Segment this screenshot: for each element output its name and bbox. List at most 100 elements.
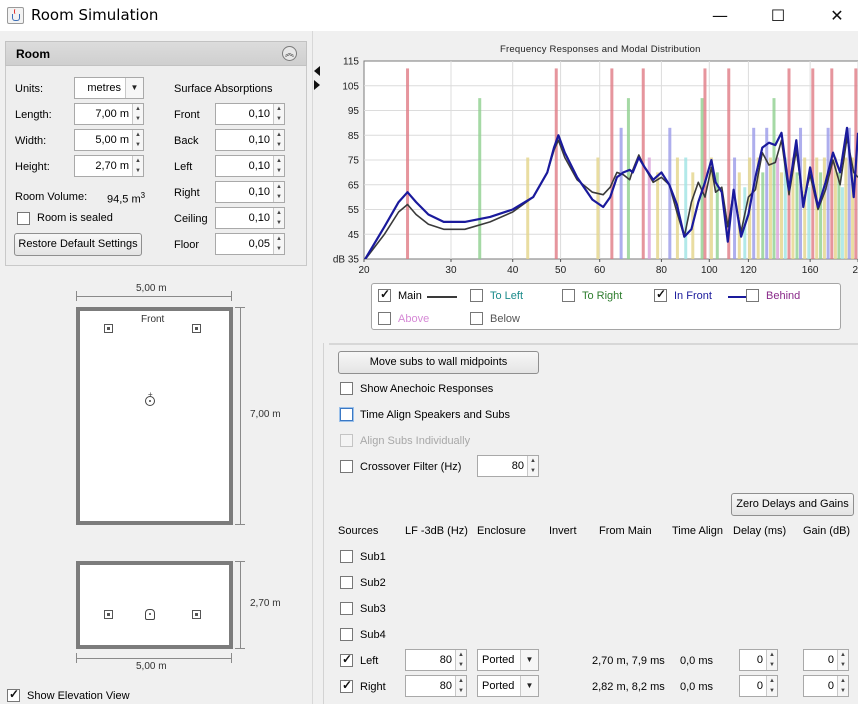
- right-enclosure-select[interactable]: Ported ▼: [477, 675, 539, 697]
- length-spinner[interactable]: 7,00 m ▲ ▼: [74, 103, 144, 125]
- units-select[interactable]: metres ▼: [74, 77, 144, 99]
- right-speaker-icon[interactable]: [192, 324, 201, 333]
- left-speaker-elevation-icon[interactable]: [104, 610, 113, 619]
- width-label: Width:: [15, 135, 47, 147]
- absorption-ceiling-value: 0,10: [248, 212, 270, 224]
- spinner-arrows-icon[interactable]: ▲ ▼: [455, 676, 466, 696]
- sub4-checkbox[interactable]: [340, 628, 353, 641]
- header-sources: Sources: [338, 525, 379, 537]
- spinner-arrows-icon[interactable]: ▲ ▼: [273, 130, 284, 150]
- right-lf-spinner[interactable]: 80 ▲ ▼: [405, 675, 467, 697]
- time-align-checkbox[interactable]: [340, 408, 353, 421]
- collapse-left-icon[interactable]: [314, 66, 320, 76]
- room-plan-view[interactable]: [76, 307, 233, 525]
- chart-x-tick-label: 120: [740, 265, 757, 276]
- maximize-button[interactable]: ☐: [755, 0, 801, 31]
- spinner-arrows-icon[interactable]: ▲ ▼: [273, 156, 284, 176]
- minimize-button[interactable]: —: [697, 0, 743, 31]
- modal-bar: [656, 172, 660, 259]
- right-speaker-checkbox[interactable]: [340, 678, 353, 693]
- chart-x-tick-label: 80: [656, 265, 668, 276]
- legend-below-checkbox[interactable]: [470, 312, 483, 325]
- modal-bar: [822, 157, 826, 259]
- spinner-arrows-icon[interactable]: ▲ ▼: [132, 156, 143, 176]
- spinner-arrows-icon[interactable]: ▲ ▼: [837, 650, 848, 670]
- crossover-checkbox[interactable]: [340, 460, 353, 473]
- plan-width-dimension: 5,00 m: [136, 283, 167, 294]
- dropdown-arrow-icon[interactable]: ▼: [520, 676, 538, 696]
- align-subs-checkbox[interactable]: [340, 434, 353, 447]
- left-delay-spinner[interactable]: 0 ▲ ▼: [739, 649, 778, 671]
- dropdown-arrow-icon[interactable]: ▼: [125, 78, 143, 98]
- zero-delays-button[interactable]: Zero Delays and Gains: [731, 493, 854, 516]
- length-value: 7,00 m: [95, 108, 129, 120]
- absorption-floor-spinner[interactable]: 0,05 ▲ ▼: [215, 233, 285, 255]
- expand-right-icon[interactable]: [314, 80, 320, 90]
- move-subs-button[interactable]: Move subs to wall midpoints: [338, 351, 539, 374]
- height-spinner[interactable]: 2,70 m ▲ ▼: [74, 155, 144, 177]
- frequency-response-chart[interactable]: 115105958575655545dB 3520 30 40 50 60 80 100 12…: [323, 55, 858, 280]
- right-gain-spinner[interactable]: 0 ▲ ▼: [803, 675, 849, 697]
- close-button[interactable]: ✕: [814, 0, 858, 31]
- legend-above-label: Above: [398, 313, 430, 325]
- show-anechoic-label: Show Anechoic Responses: [360, 383, 494, 395]
- spinner-arrows-icon[interactable]: ▲ ▼: [527, 456, 538, 476]
- spinner-arrows-icon[interactable]: ▲ ▼: [132, 104, 143, 124]
- chart-y-tick-label: 55: [348, 205, 360, 216]
- right-speaker-elevation-icon[interactable]: [192, 610, 201, 619]
- absorption-ceiling-spinner[interactable]: 0,10 ▲ ▼: [215, 207, 285, 229]
- spinner-arrows-icon[interactable]: ▲ ▼: [273, 104, 284, 124]
- modal-bar: [700, 98, 704, 259]
- legend-to-right-checkbox[interactable]: [562, 289, 575, 302]
- left-gain-spinner[interactable]: 0 ▲ ▼: [803, 649, 849, 671]
- crossover-spinner[interactable]: 80 ▲ ▼: [477, 455, 539, 477]
- absorption-back-spinner[interactable]: 0,10 ▲ ▼: [215, 129, 285, 151]
- absorption-left-spinner[interactable]: 0,10 ▲ ▼: [215, 155, 285, 177]
- room-sealed-checkbox[interactable]: [17, 212, 30, 225]
- absorption-front-spinner[interactable]: 0,10 ▲ ▼: [215, 103, 285, 125]
- left-enclosure-select[interactable]: Ported ▼: [477, 649, 539, 671]
- spinner-arrows-icon[interactable]: ▲ ▼: [273, 182, 284, 202]
- show-anechoic-checkbox[interactable]: [340, 382, 353, 395]
- chart-y-tick-label: 115: [343, 57, 359, 68]
- right-time-align: 0,0 ms: [680, 681, 714, 693]
- spinner-arrows-icon[interactable]: ▲ ▼: [132, 130, 143, 150]
- sub2-checkbox[interactable]: [340, 576, 353, 589]
- spinner-arrows-icon[interactable]: ▲ ▼: [837, 676, 848, 696]
- left-lf-spinner[interactable]: 80 ▲ ▼: [405, 649, 467, 671]
- spinner-arrows-icon[interactable]: ▲ ▼: [273, 234, 284, 254]
- spinner-arrows-icon[interactable]: ▲ ▼: [766, 676, 777, 696]
- spinner-arrows-icon[interactable]: ▲ ▼: [273, 208, 284, 228]
- legend-behind-checkbox[interactable]: [746, 289, 759, 302]
- dimension-tick: [76, 653, 77, 663]
- legend-main-checkbox[interactable]: [378, 287, 391, 302]
- width-spinner[interactable]: 5,00 m ▲ ▼: [74, 129, 144, 151]
- spinner-arrows-icon[interactable]: ▲ ▼: [766, 650, 777, 670]
- split-pane-divider[interactable]: [313, 31, 323, 704]
- legend-in-front-checkbox[interactable]: [654, 287, 667, 302]
- dimension-tick: [235, 307, 245, 308]
- left-speaker-checkbox[interactable]: [340, 652, 353, 667]
- legend-above-checkbox[interactable]: [378, 312, 391, 325]
- chart-x-tick-label: 20: [852, 265, 858, 276]
- dropdown-arrow-icon[interactable]: ▼: [520, 650, 538, 670]
- legend-to-left-checkbox[interactable]: [470, 289, 483, 302]
- restore-defaults-button[interactable]: Restore Default Settings: [14, 233, 142, 256]
- room-elevation-view[interactable]: [76, 561, 233, 649]
- sub3-checkbox[interactable]: [340, 602, 353, 615]
- right-delay-spinner[interactable]: 0 ▲ ▼: [739, 675, 778, 697]
- absorption-right-spinner[interactable]: 0,10 ▲ ▼: [215, 181, 285, 203]
- chart-y-tick-label: dB 35: [333, 255, 360, 266]
- legend-in-front-label: In Front: [674, 290, 712, 302]
- spinner-arrows-icon[interactable]: ▲ ▼: [455, 650, 466, 670]
- collapse-icon[interactable]: ︽: [282, 46, 297, 61]
- room-panel-header: Room ︽: [5, 41, 307, 66]
- modal-bar: [776, 157, 780, 259]
- modal-bar: [807, 187, 811, 259]
- sub1-checkbox[interactable]: [340, 550, 353, 563]
- align-subs-label: Align Subs Individually: [360, 435, 471, 447]
- listener-elevation-icon[interactable]: [145, 609, 155, 620]
- left-speaker-icon[interactable]: [104, 324, 113, 333]
- show-elevation-checkbox[interactable]: [7, 687, 20, 702]
- modal-bar: [803, 157, 807, 259]
